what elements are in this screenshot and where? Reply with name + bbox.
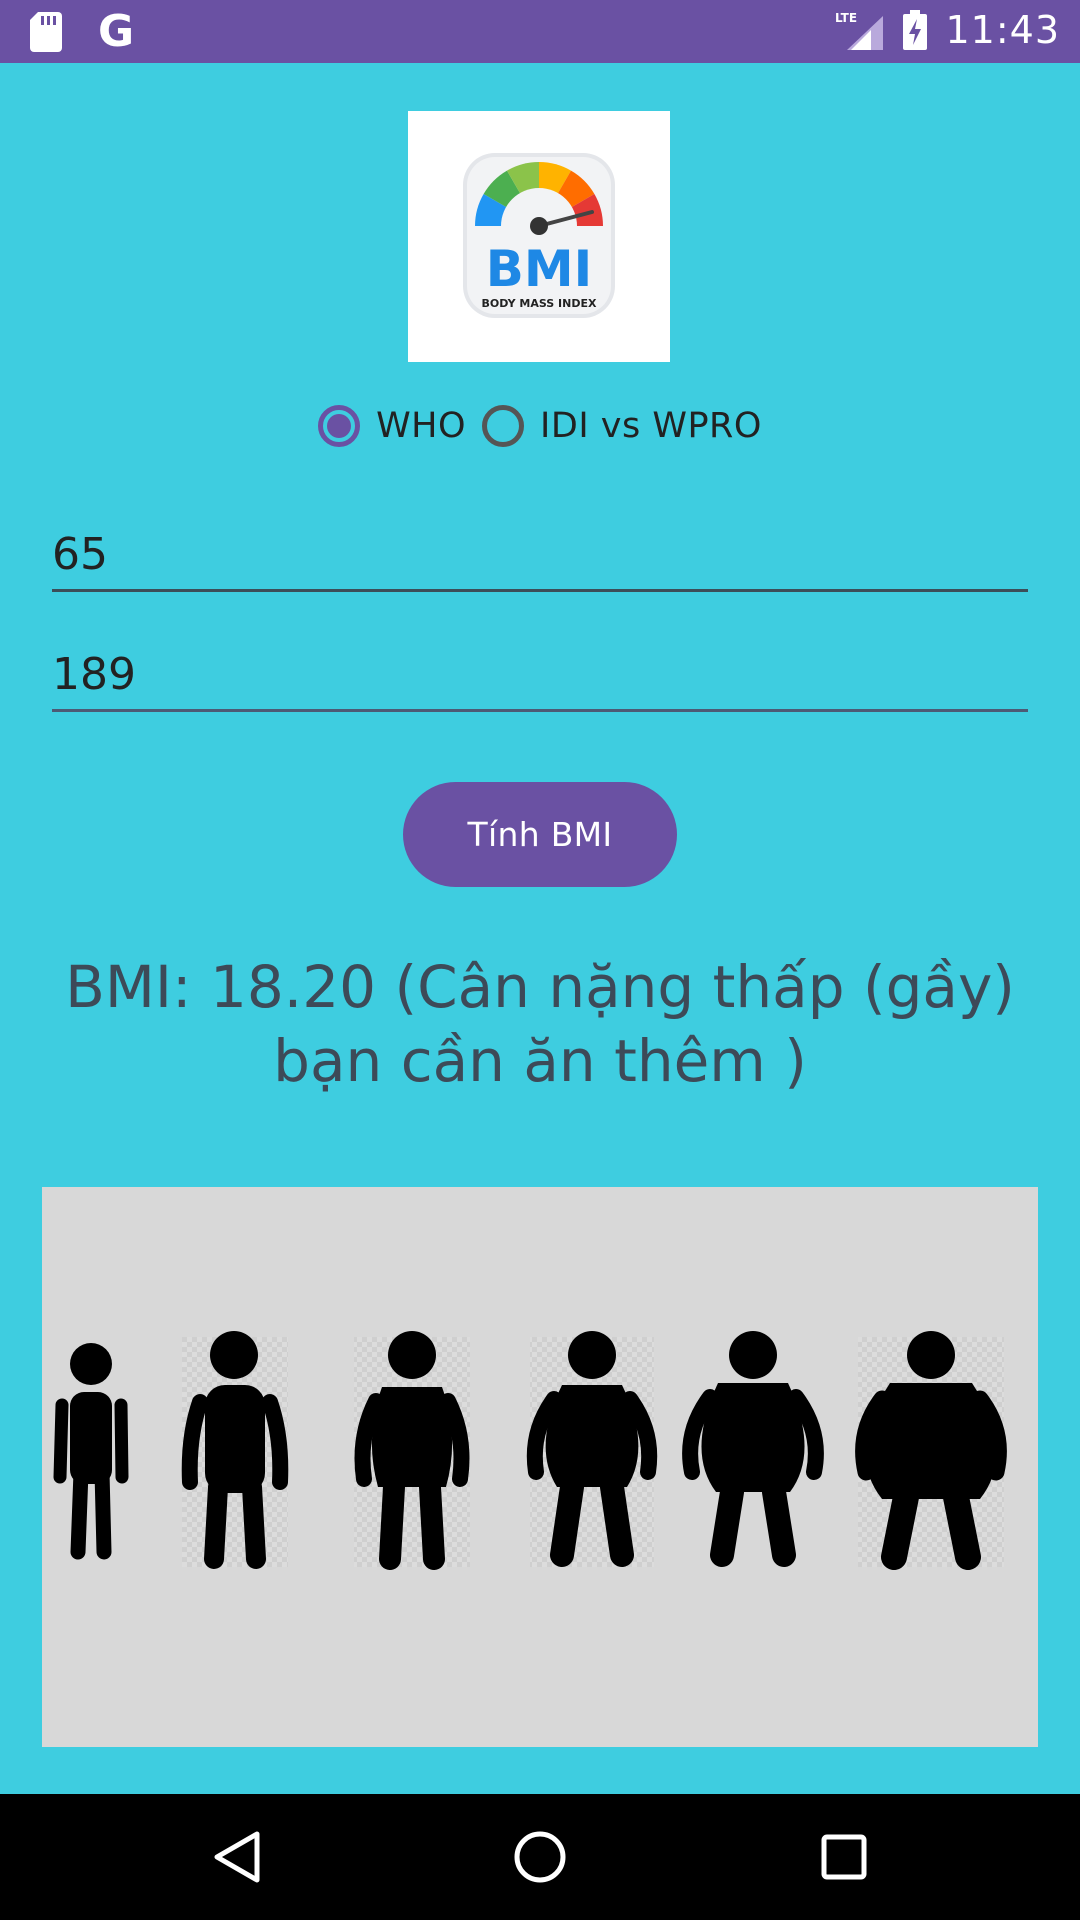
figure-obese-2 — [682, 1331, 824, 1567]
body-types-image — [42, 1187, 1038, 1747]
home-icon[interactable] — [512, 1829, 568, 1885]
app-content: BMI BODY MASS INDEX WHO IDI vs WPRO Tính… — [0, 63, 1080, 1794]
calculate-bmi-button[interactable]: Tính BMI — [403, 782, 677, 887]
back-button[interactable] — [199, 1819, 275, 1895]
recents-icon[interactable] — [820, 1833, 868, 1881]
status-right: LTE 11:43 — [835, 8, 1060, 52]
radio-who-label[interactable]: WHO — [376, 406, 466, 446]
logo-title: BMI — [486, 240, 592, 298]
bmi-gauge-logo: BMI BODY MASS INDEX — [463, 153, 615, 318]
status-left: G — [30, 10, 134, 54]
logo-subtitle: BODY MASS INDEX — [482, 297, 597, 310]
svg-text:LTE: LTE — [835, 11, 857, 25]
bmi-result-text: BMI: 18.20 (Cân nặng thấp (gầy) bạn cần … — [40, 950, 1040, 1098]
google-icon: G — [98, 6, 135, 57]
bmi-logo: BMI BODY MASS INDEX — [408, 111, 670, 362]
height-field[interactable] — [52, 640, 1028, 712]
radio-idi-wpro-label[interactable]: IDI vs WPRO — [540, 406, 762, 446]
bmi-result-line1: BMI: 18.20 (Cân nặng thấp (gầy) — [65, 953, 1015, 1021]
radio-who-circle[interactable] — [318, 405, 361, 447]
height-input[interactable] — [52, 640, 1028, 709]
bmi-result-line2: bạn cần ăn thêm ) — [273, 1027, 807, 1095]
weight-field[interactable] — [52, 520, 1028, 592]
lte-signal-icon: LTE — [835, 11, 884, 50]
weight-input[interactable] — [52, 520, 1028, 589]
sd-card-icon — [30, 12, 62, 52]
status-bar: G LTE 11:43 — [0, 0, 1080, 63]
back-icon[interactable] — [213, 1830, 261, 1884]
figure-underweight — [53, 1343, 129, 1560]
home-button[interactable] — [502, 1819, 578, 1895]
radio-idi-wpro[interactable]: IDI vs WPRO — [482, 405, 762, 447]
navigation-bar — [0, 1794, 1080, 1920]
standard-radio-group: WHO IDI vs WPRO — [0, 405, 1080, 447]
battery-charging-icon — [903, 10, 928, 50]
body-figures — [53, 1331, 1007, 1570]
status-time: 11:43 — [945, 8, 1060, 52]
recents-button[interactable] — [806, 1819, 882, 1895]
radio-idi-wpro-circle[interactable] — [482, 405, 525, 447]
radio-who[interactable]: WHO — [318, 405, 466, 447]
